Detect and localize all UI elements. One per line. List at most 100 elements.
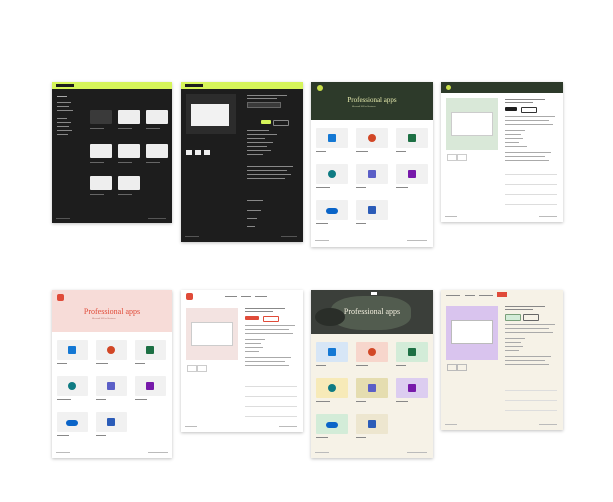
thumbnail-cream-apps[interactable]: Professional apps [311,290,433,458]
logo-icon [446,85,451,90]
app-tile-onedrive[interactable] [316,200,348,220]
product-thumb[interactable] [146,110,168,124]
divider [505,400,557,401]
thumb-b[interactable] [457,364,467,371]
onenote-icon [146,382,154,390]
app-tile-excel[interactable] [396,128,428,148]
hero-subtitle: Microsoft 365 for Business [92,318,116,320]
sharepoint-icon [328,170,336,178]
app-tile-sharepoint[interactable] [57,376,88,396]
logo [185,84,203,87]
word-icon [107,418,115,426]
thumbnail-cream-product[interactable] [441,290,563,430]
app-tile-onedrive[interactable] [316,414,348,434]
outlook-icon [328,348,336,356]
logo-icon [317,85,323,91]
sharepoint-icon [328,384,336,392]
divider [505,194,557,195]
app-tile-outlook[interactable] [57,340,88,360]
powerpoint-icon [107,346,115,354]
thumb-b[interactable] [197,365,207,372]
add-to-cart-button[interactable] [505,107,517,111]
product-screen [191,104,229,126]
product-screen [191,322,233,346]
thumb-a[interactable] [186,150,192,155]
app-tile-outlook[interactable] [316,342,348,362]
add-to-cart-button[interactable] [261,120,271,124]
buy-now-button[interactable] [273,120,289,126]
teams-icon [107,382,115,390]
outlook-icon [328,134,336,142]
thumb-b[interactable] [457,154,467,161]
cart-badge[interactable] [497,292,507,297]
app-tile-onenote[interactable] [396,164,428,184]
divider [505,184,557,185]
hero-subtitle: Microsoft 365 for Business [352,106,376,108]
top-bar [441,82,563,93]
hero-title: Professional apps [343,307,401,316]
thumb-a[interactable] [447,154,457,161]
app-tile-sharepoint[interactable] [316,164,348,184]
app-tile-powerpoint[interactable] [356,342,388,362]
cart-badge[interactable] [371,292,377,295]
product-thumb[interactable] [90,144,112,158]
add-to-cart-button[interactable] [245,316,259,320]
thumbnail-dark-grid[interactable] [52,82,172,223]
app-tile-powerpoint[interactable] [356,128,388,148]
thumbnail-forest-apps[interactable]: Professional apps Microsoft 365 for Busi… [311,82,433,247]
thumb-a[interactable] [447,364,457,371]
thumb-b[interactable] [195,150,201,155]
excel-icon [408,134,416,142]
product-thumb[interactable] [146,144,168,158]
app-tile-outlook[interactable] [316,128,348,148]
product-thumb[interactable] [118,110,140,124]
logo-icon [186,293,193,300]
logo-icon [57,294,64,301]
buy-now-button[interactable] [523,314,539,321]
app-tile-teams[interactable] [96,376,127,396]
product-screen [451,112,493,136]
thumbnail-red-product[interactable] [181,290,303,432]
onedrive-icon [66,420,78,426]
divider [505,390,557,391]
thumbnail-forest-product[interactable] [441,82,563,222]
divider [245,396,297,397]
product-thumb[interactable] [118,144,140,158]
onedrive-icon [326,422,338,428]
app-tile-powerpoint[interactable] [96,340,127,360]
hero-title: Professional apps [83,307,141,316]
app-tile-onenote[interactable] [396,378,428,398]
app-tile-onenote[interactable] [135,376,166,396]
divider [245,386,297,387]
app-tile-word[interactable] [356,200,388,220]
app-tile-sharepoint[interactable] [316,378,348,398]
sidebar [57,94,77,214]
divider [505,204,557,205]
app-tile-word[interactable] [96,412,127,432]
app-tile-word[interactable] [356,414,388,434]
onenote-icon [408,384,416,392]
product-thumb[interactable] [90,110,112,124]
hero-title: Professional apps [347,96,397,104]
buy-now-button[interactable] [263,316,279,322]
product-thumb[interactable] [118,176,140,190]
product-thumb[interactable] [90,176,112,190]
app-tile-onedrive[interactable] [57,412,88,432]
add-to-cart-button[interactable] [505,314,521,321]
thumb-a[interactable] [187,365,197,372]
app-tile-teams[interactable] [356,164,388,184]
thumbnail-dark-product[interactable] [181,82,303,242]
word-icon [368,206,376,214]
thumb-c[interactable] [204,150,210,155]
app-tile-excel[interactable] [135,340,166,360]
buy-now-button[interactable] [521,107,537,113]
onedrive-icon [326,208,338,214]
thumbnail-pink-apps[interactable]: Professional apps Microsoft 365 for Busi… [52,290,172,458]
divider [245,406,297,407]
app-tile-excel[interactable] [396,342,428,362]
divider [505,410,557,411]
app-tile-teams[interactable] [356,378,388,398]
sharepoint-icon [68,382,76,390]
powerpoint-icon [368,134,376,142]
select-box[interactable] [247,102,281,108]
